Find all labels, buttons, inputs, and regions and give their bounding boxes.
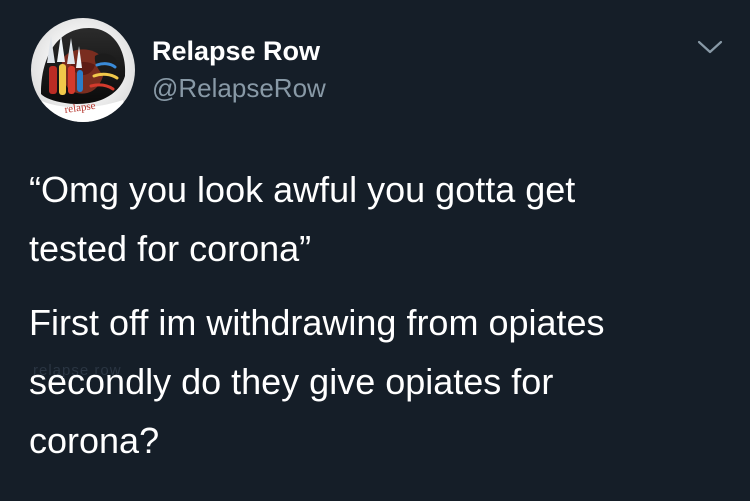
profile-avatar[interactable]: relapse (31, 18, 135, 122)
tweet-text: “Omg you look awful you gotta get tested… (29, 160, 729, 470)
tweet-paragraph: First off im withdrawing from opiates se… (29, 302, 605, 461)
more-options-button[interactable] (694, 35, 726, 59)
avatar-image: relapse (31, 18, 135, 122)
tweet-paragraph: “Omg you look awful you gotta get tested… (29, 169, 576, 269)
tweet-card: relapse Relapse Row @RelapseRow “Omg you… (0, 0, 750, 501)
display-name[interactable]: Relapse Row (152, 35, 320, 67)
user-handle[interactable]: @RelapseRow (152, 73, 326, 103)
chevron-down-icon (697, 40, 723, 54)
